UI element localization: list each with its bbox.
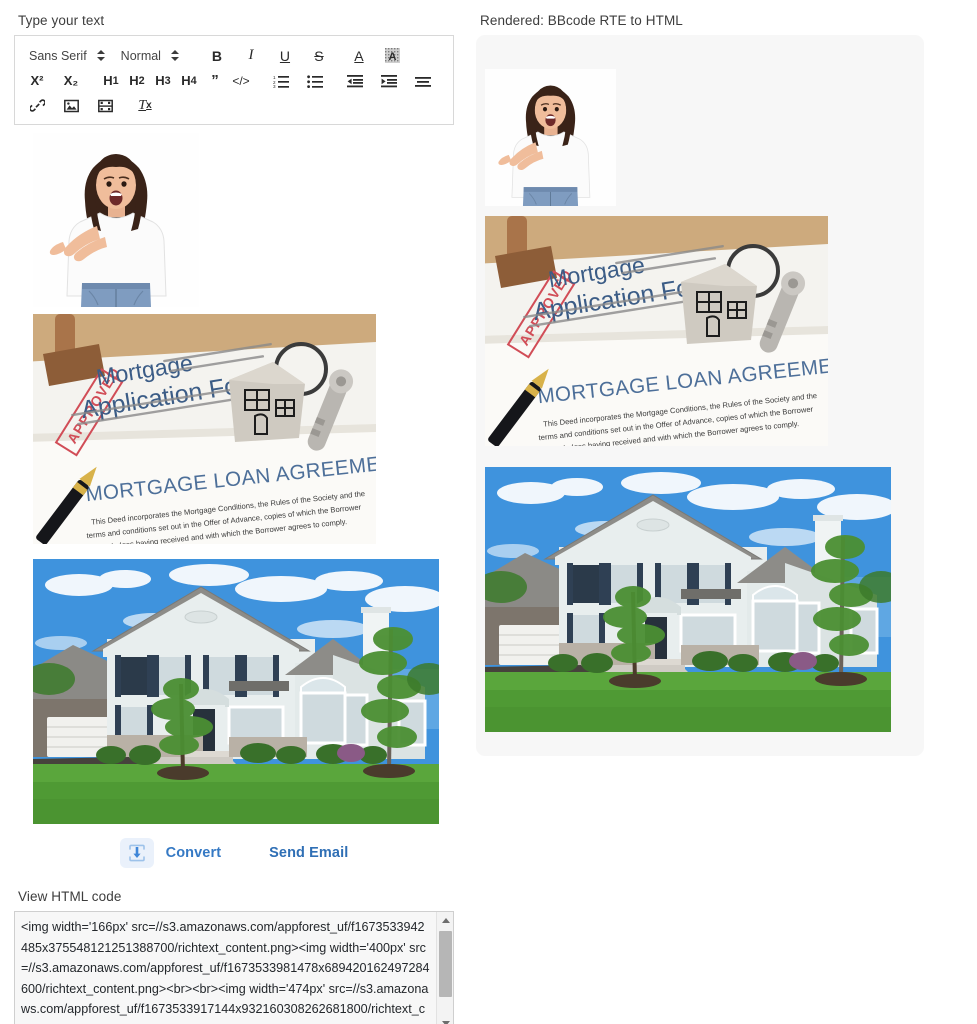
convert-label: Convert — [165, 845, 222, 861]
clear-formatting-button[interactable]: Tx — [133, 95, 157, 117]
strikethrough-button[interactable]: S — [307, 45, 331, 67]
superscript-button[interactable]: X² — [25, 70, 49, 92]
chevron-updown-icon — [96, 50, 105, 61]
chevron-updown-icon — [170, 50, 179, 61]
toolbar-row-3: Tx — [25, 94, 443, 117]
code-block-button[interactable]: </> — [229, 70, 253, 92]
underline-button[interactable]: U — [273, 45, 297, 67]
scrollbar-thumb[interactable] — [439, 931, 452, 997]
svg-text:3: 3 — [273, 84, 276, 88]
editor-content-area[interactable] — [14, 133, 454, 824]
app-page: Type your text Sans Serif Normal B I U S… — [0, 0, 977, 1024]
outdent-icon[interactable] — [343, 70, 367, 92]
indent-icon[interactable] — [377, 70, 401, 92]
rendered-output-panel — [476, 35, 924, 756]
heading-2-button[interactable]: H2 — [125, 70, 149, 92]
download-box-icon — [119, 838, 154, 868]
toolbar-row-1: Sans Serif Normal B I U S A A — [25, 44, 443, 67]
font-size-select[interactable]: Normal — [117, 46, 191, 66]
align-icon[interactable] — [411, 70, 435, 92]
svg-text:A: A — [389, 51, 397, 63]
scroll-up-arrow-icon[interactable] — [437, 912, 453, 929]
italic-button[interactable]: I — [239, 45, 263, 67]
rendered-image-mortgage-form — [485, 216, 828, 446]
html-code-textarea[interactable]: <img width='166px' src=//s3.amazonaws.co… — [14, 911, 454, 1024]
rendered-image-house — [485, 467, 891, 732]
code-scrollbar[interactable] — [436, 912, 453, 1024]
convert-button[interactable]: Convert — [119, 838, 222, 868]
subscript-button[interactable]: X₂ — [59, 70, 83, 92]
bold-button[interactable]: B — [205, 45, 229, 67]
html-code-label: View HTML code — [18, 889, 122, 904]
heading-3-button[interactable]: H3 — [151, 70, 175, 92]
editor-label: Type your text — [18, 13, 105, 28]
video-icon[interactable] — [93, 95, 117, 117]
rendered-image-woman-pointing — [485, 69, 616, 206]
background-color-icon[interactable]: A — [381, 45, 405, 67]
editor-image-woman-pointing[interactable] — [33, 133, 199, 307]
bullet-list-icon[interactable] — [303, 70, 327, 92]
send-email-button[interactable]: Send Email — [269, 845, 348, 861]
image-icon[interactable] — [59, 95, 83, 117]
heading-1-button[interactable]: H1 — [99, 70, 123, 92]
html-code-value: <img width='166px' src=//s3.amazonaws.co… — [21, 920, 430, 1024]
font-family-select[interactable]: Sans Serif — [25, 46, 117, 66]
blockquote-button[interactable]: ” — [203, 70, 227, 92]
toolbar-row-2: X² X₂ H1 H2 H3 H4 ” </> 1 2 3 — [25, 69, 443, 92]
editor-image-mortgage-form[interactable] — [33, 314, 376, 544]
heading-4-button[interactable]: H4 — [177, 70, 201, 92]
link-icon[interactable] — [25, 95, 49, 117]
rendered-label: Rendered: BBcode RTE to HTML — [480, 13, 683, 28]
rich-text-toolbar[interactable]: Sans Serif Normal B I U S A A X² X₂ H 1 … — [14, 35, 454, 125]
action-bar: Convert Send Email — [14, 838, 454, 868]
rendered-column: Rendered: BBcode RTE to HTML — [476, 12, 931, 756]
text-color-icon[interactable]: A — [347, 45, 371, 67]
ordered-list-icon[interactable]: 1 2 3 — [269, 70, 293, 92]
html-code-section: View HTML code <img width='166px' src=//… — [14, 888, 454, 1024]
editor-column: Type your text Sans Serif Normal B I U S… — [14, 12, 454, 824]
editor-image-house[interactable] — [33, 559, 439, 824]
scroll-down-arrow-icon[interactable] — [437, 1015, 453, 1024]
